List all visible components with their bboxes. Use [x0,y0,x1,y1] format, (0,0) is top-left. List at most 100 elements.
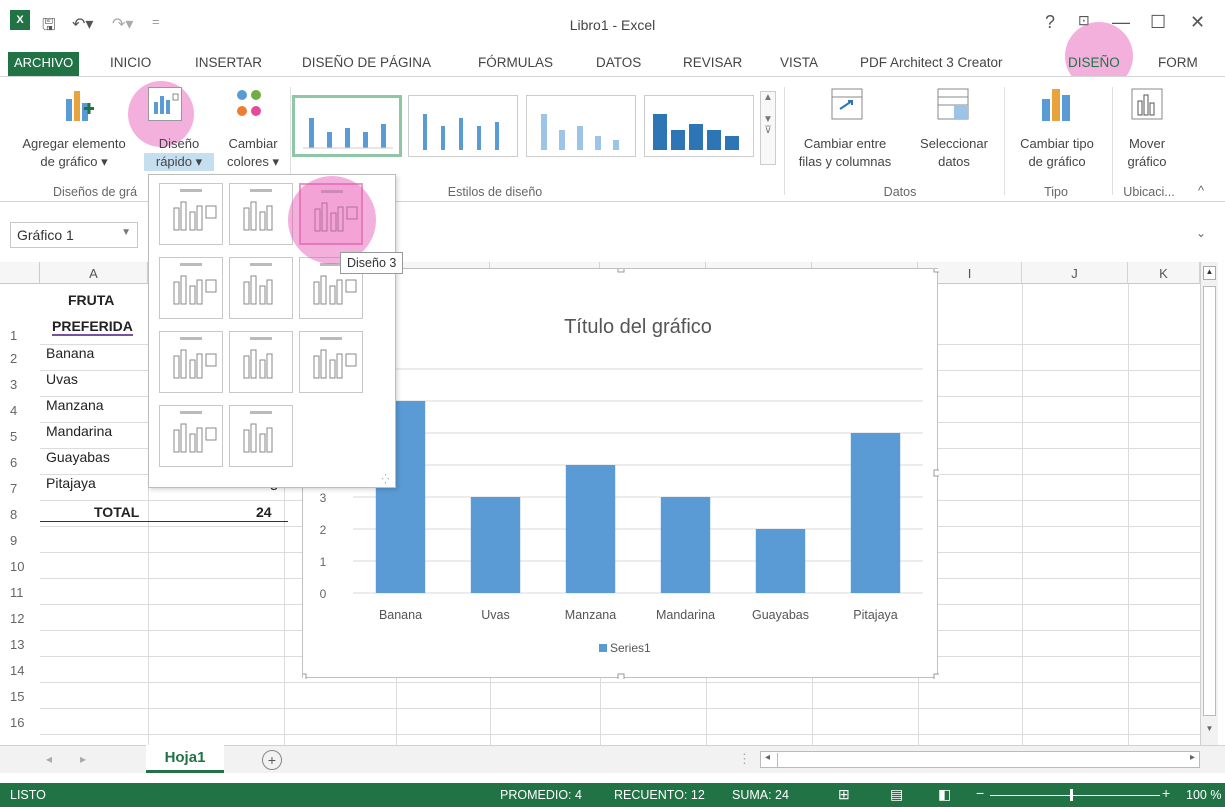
row-header-15[interactable]: 15 [10,689,40,704]
cell-fruit-2[interactable]: Banana [46,345,94,361]
row-header-11[interactable]: 11 [10,585,40,600]
zoom-slider-thumb[interactable] [1070,789,1073,801]
cell-a1-line2[interactable]: PREFERIDA [52,318,133,336]
cell-a1-line1[interactable]: FRUTA [68,292,114,308]
cell-fruit-6[interactable]: Guayabas [46,449,110,465]
switch-row-column-button[interactable]: Cambiar entre filas y columnas [790,135,900,171]
page-layout-view-icon[interactable]: ▤ [890,786,903,803]
tab-vista[interactable]: VISTA [780,55,818,70]
expand-formula-bar-icon[interactable]: ⌄ [1196,226,1206,240]
cell-fruit-3[interactable]: Uvas [46,371,78,387]
row-header-16[interactable]: 16 [10,715,40,730]
help-button[interactable]: ? [1045,12,1055,33]
scroll-thumb[interactable] [1203,286,1216,716]
tab-datos[interactable]: DATOS [596,55,641,70]
row-header-2[interactable]: 2 [10,351,40,366]
status-zoom[interactable]: 100 % [1186,788,1221,802]
change-colors-button[interactable]: Cambiar colores ▾ [218,135,288,171]
tab-pdf-architect[interactable]: PDF Architect 3 Creator [860,55,1003,70]
select-all-corner[interactable] [0,262,40,284]
row-header-10[interactable]: 10 [10,559,40,574]
quick-layout-button[interactable]: Diseño rápido ▾ [144,135,214,171]
chart-area[interactable]: Título del gráfico 0 1 2 3 Banana Uvas Manzana M… [299,265,941,681]
quick-layout-option-8[interactable] [229,331,293,393]
scroll-sheets-left-icon[interactable]: ◂ [46,752,52,766]
chart-style-1[interactable] [292,95,402,157]
name-box[interactable]: Gráfico 1 ▼ [10,222,138,248]
zoom-slider[interactable] [990,795,1160,796]
quick-layout-option-7[interactable] [159,331,223,393]
row-header-5[interactable]: 5 [10,429,40,444]
tab-diseno[interactable]: DISEÑO [1068,55,1120,70]
zoom-out-button[interactable]: − [976,785,984,801]
chart-style-2[interactable] [408,95,518,157]
row-header-4[interactable]: 4 [10,403,40,418]
sheet-tabs-bar: ◂ ▸ Hoja1 + ⋮ ◂ ▸ [0,745,1225,773]
normal-view-icon[interactable]: ⊞ [838,786,850,803]
row-header-8[interactable]: 8 [10,507,40,522]
title-bar: X 🖫 ↶▾ ↷▾ = Libro1 - Excel ? ⊡ — ☐ ✕ [0,0,1225,52]
change-chart-type-icon [1040,87,1074,121]
chart-style-4[interactable] [644,95,754,157]
page-break-view-icon[interactable]: ◧ [938,786,951,803]
cell-fruit-4[interactable]: Manzana [46,397,104,413]
add-chart-element-button[interactable]: Agregar elemento de gráfico ▾ [4,135,144,171]
tab-formato[interactable]: FORM [1158,55,1198,70]
row-header-12[interactable]: 12 [10,611,40,626]
chart-style-3[interactable] [526,95,636,157]
sheet-tab-hoja1[interactable]: Hoja1 [146,745,224,773]
row-header-1[interactable]: 1 [10,328,40,343]
scroll-up-arrow-icon[interactable]: ▲ [1203,266,1216,280]
quick-layout-option-5[interactable] [229,257,293,319]
close-button[interactable]: ✕ [1190,12,1205,33]
status-sum: SUMA: 24 [732,788,789,802]
column-header-k[interactable]: K [1128,262,1200,284]
row-header-14[interactable]: 14 [10,663,40,678]
cell-fruit-7[interactable]: Pitajaya [46,475,96,491]
column-header-j[interactable]: J [1022,262,1128,284]
cell-fruit-5[interactable]: Mandarina [46,423,112,439]
change-chart-type-button[interactable]: Cambiar tipo de gráfico [1008,135,1106,171]
tab-insertar[interactable]: INSERTAR [195,55,262,70]
collapse-ribbon-icon[interactable]: ^ [1198,183,1204,198]
splitter-icon[interactable]: ⋮ [738,751,751,767]
add-sheet-button[interactable]: + [262,750,282,770]
move-chart-button[interactable]: Mover gráfico [1114,135,1180,171]
horizontal-scrollbar[interactable]: ◂ ▸ [760,751,1200,768]
row-header-9[interactable]: 9 [10,533,40,548]
cell-b8-total-value[interactable]: 24 [256,504,272,520]
layout-tooltip: Diseño 3 [340,252,404,274]
tab-inicio[interactable]: INICIO [110,55,151,70]
resize-handle [933,673,941,681]
move-label-2: gráfico [1127,154,1167,169]
tab-diseno-pagina[interactable]: DISEÑO DE PÁGINA [302,55,431,70]
row-header-7[interactable]: 7 [10,481,40,496]
row-header-6[interactable]: 6 [10,455,40,470]
scroll-right-arrow-icon[interactable]: ▸ [1190,752,1195,763]
quick-layout-option-2[interactable] [229,183,293,245]
tab-revisar[interactable]: REVISAR [683,55,742,70]
select-data-button[interactable]: Seleccionar datos [910,135,998,171]
scroll-left-arrow-icon[interactable]: ◂ [765,752,770,763]
tab-archivo[interactable]: ARCHIVO [8,52,80,76]
column-header-a[interactable]: A [40,262,148,284]
vertical-scrollbar[interactable]: ▲ ▼ [1200,262,1218,745]
quick-layout-option-11[interactable] [229,405,293,467]
scroll-down-arrow-icon[interactable]: ▼ [1203,724,1216,738]
quick-layout-option-9[interactable] [299,331,363,393]
quick-layout-option-4[interactable] [159,257,223,319]
row-header-3[interactable]: 3 [10,377,40,392]
zoom-in-button[interactable]: + [1162,785,1170,801]
row-header-13[interactable]: 13 [10,637,40,652]
resize-grip-icon[interactable]: ⁛ [382,474,389,485]
tab-formulas[interactable]: FÓRMULAS [478,55,553,70]
quick-layout-option-1[interactable] [159,183,223,245]
scroll-sheets-right-icon[interactable]: ▸ [80,752,86,766]
chevron-down-icon: ▼ [121,227,131,238]
cell-a8-total-label[interactable]: TOTAL [94,504,139,520]
quick-layout-option-10[interactable] [159,405,223,467]
scroll-thumb[interactable] [777,753,778,767]
maximize-button[interactable]: ☐ [1150,12,1166,33]
styles-scrollbar[interactable]: ▲ ▼ ⊽ [760,91,776,165]
layout-thumbnail-icon [173,337,217,379]
